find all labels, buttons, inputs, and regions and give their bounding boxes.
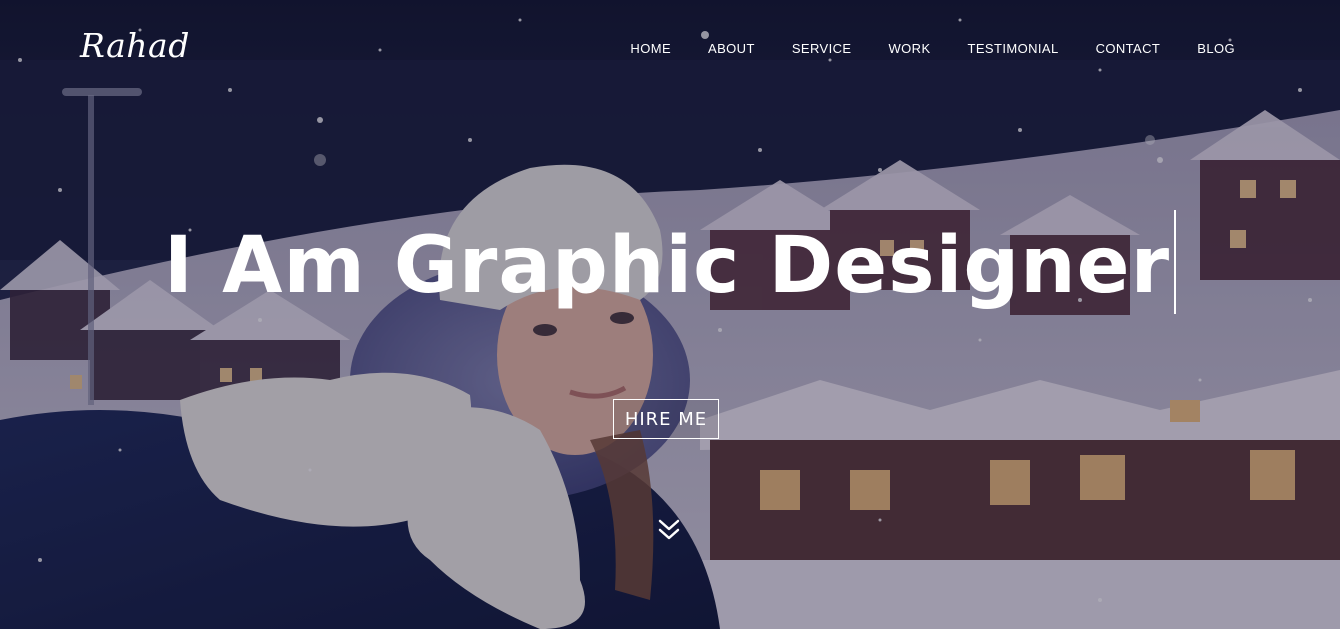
nav-item-about[interactable]: ABOUT [708, 41, 755, 56]
nav-item-testimonial[interactable]: TESTIMONIAL [968, 41, 1059, 56]
site-logo[interactable]: Rahad [80, 26, 190, 65]
hero-headline: I Am Graphic Designer [0, 210, 1340, 314]
typing-cursor [1174, 210, 1177, 314]
hero-headline-text: I Am Graphic Designer [163, 221, 1171, 311]
nav-item-home[interactable]: HOME [630, 41, 671, 56]
nav-item-contact[interactable]: CONTACT [1096, 41, 1161, 56]
nav-item-work[interactable]: WORK [888, 41, 930, 56]
nav-item-blog[interactable]: BLOG [1197, 41, 1235, 56]
main-nav: HOME ABOUT SERVICE WORK TESTIMONIAL CONT… [593, 41, 1235, 56]
hire-me-button[interactable]: HIRE ME [613, 399, 719, 439]
double-chevron-down-icon[interactable] [656, 517, 682, 543]
nav-item-service[interactable]: SERVICE [792, 41, 852, 56]
hero-section: Rahad HOME ABOUT SERVICE WORK TESTIMONIA… [0, 0, 1340, 629]
